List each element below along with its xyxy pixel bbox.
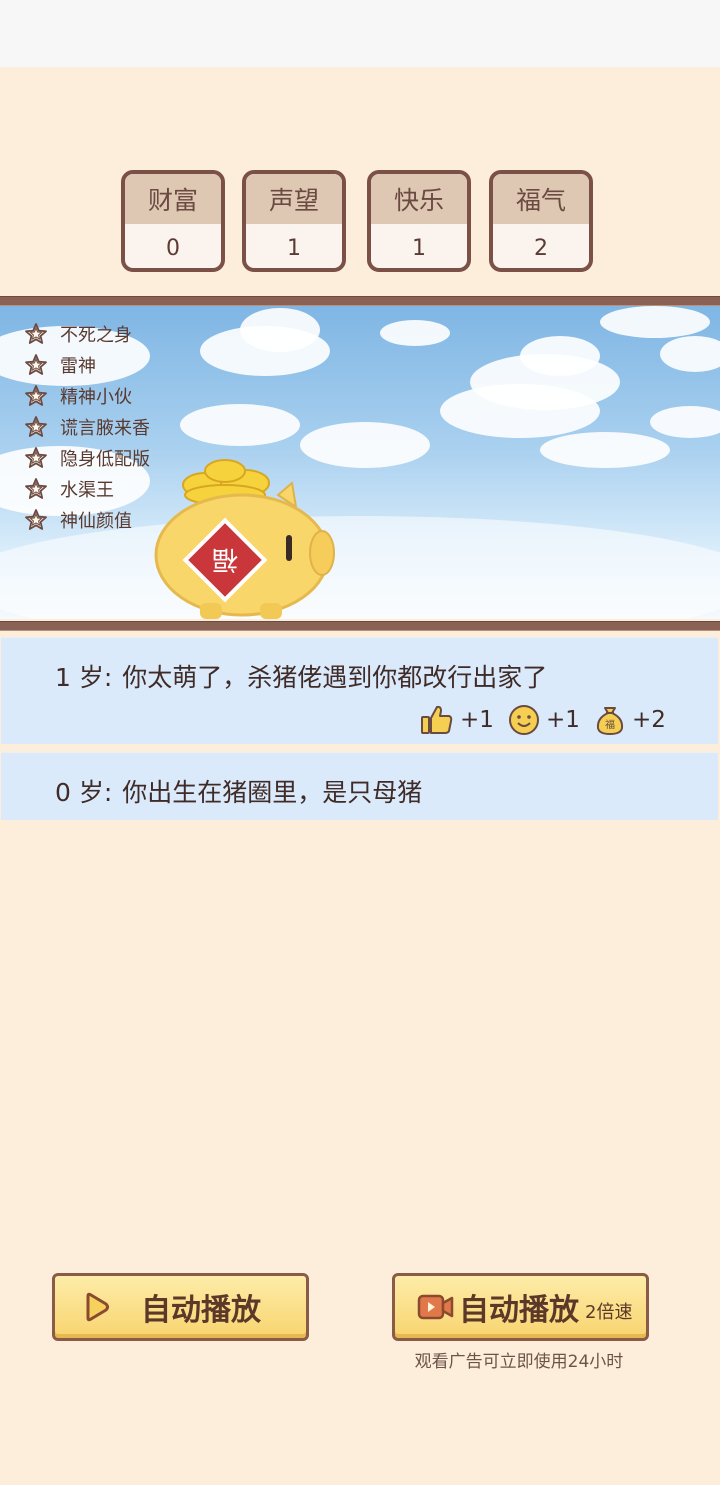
reward-happiness: +1 [508, 704, 580, 736]
talent-label: 水渠王 [60, 479, 114, 501]
stat-label: 快乐 [371, 174, 467, 224]
talent-label: 神仙颜值 [60, 510, 132, 532]
stat-label: 声望 [246, 174, 342, 224]
talent-item: 隐身低配版 [24, 442, 150, 473]
reward-value: +1 [546, 707, 580, 733]
stat-label: 财富 [125, 174, 221, 224]
talent-item: 谎言腋来香 [24, 411, 150, 442]
scene-top-rail [0, 296, 720, 306]
smiley-icon [509, 705, 539, 735]
log-line: 1 岁: 你太萌了，杀猪佬遇到你都改行出家了 [55, 658, 547, 694]
stat-fortune: 福气 2 [489, 170, 593, 272]
log-line: 0 岁: 你出生在猪圈里，是只母猪 [55, 773, 422, 809]
talent-label: 雷神 [60, 355, 96, 377]
reward-reputation: +1 [420, 704, 494, 736]
money-bag-icon: 福 [596, 707, 624, 735]
star-icon [25, 508, 47, 530]
thumbs-up-icon [421, 705, 453, 734]
log-entry: 0 岁: 你出生在猪圈里，是只母猪 [1, 751, 718, 820]
star-icon [25, 353, 47, 375]
talent-item: 不死之身 [24, 318, 150, 349]
talent-item: 雷神 [24, 349, 150, 380]
log-age: 0 岁: [55, 778, 113, 807]
stat-value: 2 [534, 235, 548, 261]
stat-value: 1 [287, 235, 301, 261]
reward-fortune: 福 +2 [594, 704, 666, 736]
star-icon [25, 384, 47, 406]
star-icon [25, 415, 47, 437]
log-message: 你出生在猪圈里，是只母猪 [122, 778, 423, 807]
money-bag-label: 福 [605, 718, 615, 731]
stat-reputation: 声望 1 [242, 170, 346, 272]
play-icon [86, 1292, 109, 1322]
auto-play-ad-button[interactable]: 自动播放 2倍速 [392, 1273, 649, 1341]
auto-play-label: 自动播放 [141, 1293, 261, 1328]
auto-play-ad-label: 自动播放 [459, 1293, 579, 1328]
talent-label: 隐身低配版 [60, 448, 150, 470]
talent-item: 精神小伙 [24, 380, 150, 411]
ad-note: 观看广告可立即使用24小时 [414, 1352, 624, 1372]
speed-label: 2倍速 [585, 1302, 633, 1323]
star-icon [25, 446, 47, 468]
stat-value: 0 [166, 235, 180, 261]
video-icon [417, 1294, 454, 1320]
talent-item: 神仙颜值 [24, 504, 150, 535]
stat-label: 福气 [493, 174, 589, 224]
pig-character: 福 [154, 459, 335, 619]
talent-item: 水渠王 [24, 473, 150, 504]
status-bar [0, 0, 720, 67]
stat-wealth: 财富 0 [121, 170, 225, 272]
stat-value: 1 [412, 235, 426, 261]
stat-happiness: 快乐 1 [367, 170, 471, 272]
star-icon [25, 322, 47, 344]
log-entry: 1 岁: 你太萌了，杀猪佬遇到你都改行出家了 +1 +1 福 +2 [1, 636, 718, 744]
pig-badge-text: 福 [212, 544, 238, 574]
auto-play-button[interactable]: 自动播放 [52, 1273, 309, 1341]
scene-bottom-rail [0, 621, 720, 631]
reward-value: +2 [632, 707, 666, 733]
log-message: 你太萌了，杀猪佬遇到你都改行出家了 [122, 663, 548, 692]
reward-value: +1 [460, 707, 494, 733]
talent-label: 不死之身 [60, 324, 132, 346]
talent-list: 不死之身 雷神 精神小伙 谎言腋来香 隐身低配版 水渠王 神仙颜值 [24, 318, 150, 535]
log-age: 1 岁: [55, 663, 113, 692]
talent-label: 精神小伙 [60, 386, 132, 408]
talent-label: 谎言腋来香 [60, 417, 150, 439]
star-icon [25, 477, 47, 499]
